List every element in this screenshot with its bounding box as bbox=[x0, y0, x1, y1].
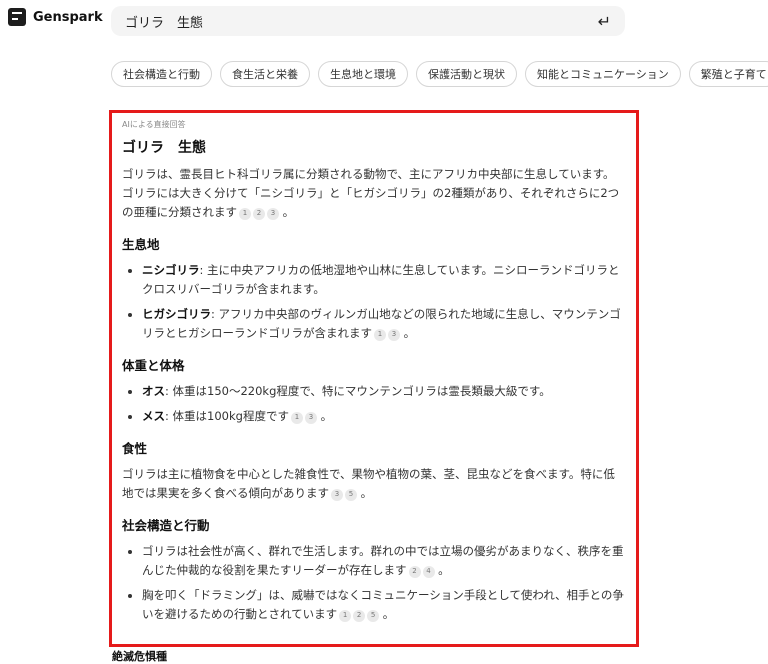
citation[interactable]: 2 bbox=[408, 565, 421, 578]
social-list: ゴリラは社会性が高く、群れで生活します。群れの中では立場の優劣があまりなく、秩序… bbox=[122, 542, 624, 624]
enter-icon[interactable]: ↵ bbox=[598, 12, 611, 31]
section-heading-habitat: 生息地 bbox=[122, 237, 160, 252]
chip-intelligence[interactable]: 知能とコミュニケーション bbox=[525, 61, 681, 87]
list-item: オス: 体重は150〜220kg程度で、特にマウンテンゴリラは霊長類最大級です。 bbox=[142, 382, 624, 401]
list-item: ニシゴリラ: 主に中央アフリカの低地湿地や山林に生息しています。ニシローランドゴ… bbox=[142, 261, 624, 299]
section-heading-diet: 食性 bbox=[122, 441, 148, 456]
citation[interactable]: 2 bbox=[353, 609, 366, 622]
habitat-list: ニシゴリラ: 主に中央アフリカの低地湿地や山林に生息しています。ニシローランドゴ… bbox=[122, 261, 624, 343]
search-bar[interactable]: ゴリラ 生態 ↵ bbox=[111, 6, 625, 36]
chip-conservation[interactable]: 保護活動と現状 bbox=[416, 61, 517, 87]
ai-answer-label: AIによる直接回答 bbox=[122, 120, 186, 129]
citation[interactable]: 2 bbox=[253, 207, 265, 220]
citation[interactable]: 3 bbox=[388, 328, 400, 341]
app-name: Genspark bbox=[33, 9, 103, 25]
diet-text: ゴリラは主に植物食を中心とした雑食性で、果物や植物の葉、茎、昆虫などを食べます。… bbox=[122, 467, 615, 501]
citation[interactable]: 5 bbox=[345, 488, 357, 501]
next-section-heading: 絶滅危惧種 bbox=[112, 650, 167, 663]
list-item: メス: 体重は100kg程度です13 。 bbox=[142, 407, 624, 426]
body-list: オス: 体重は150〜220kg程度で、特にマウンテンゴリラは霊長類最大級です。… bbox=[122, 382, 624, 426]
chip-breeding[interactable]: 繁殖と子育て bbox=[688, 61, 768, 87]
citation[interactable]: 1 bbox=[239, 207, 251, 220]
chip-diet[interactable]: 食生活と栄養 bbox=[220, 61, 310, 87]
section-heading-social: 社会構造と行動 bbox=[122, 518, 210, 533]
section-heading-body: 体重と体格 bbox=[122, 358, 185, 373]
answer-title: ゴリラ 生態 bbox=[122, 140, 206, 156]
citation[interactable]: 1 bbox=[290, 411, 303, 424]
citation[interactable]: 1 bbox=[339, 609, 352, 622]
genspark-logo-icon bbox=[8, 8, 26, 26]
citation[interactable]: 3 bbox=[304, 411, 317, 424]
answer-intro: ゴリラは、霊長目ヒト科ゴリラ属に分類される動物で、主にアフリカ中央部に生息してい… bbox=[122, 167, 620, 220]
citation[interactable]: 4 bbox=[422, 565, 435, 578]
list-item: 胸を叩く「ドラミング」は、威嚇ではなくコミュニケーション手段として使われ、相手と… bbox=[142, 586, 624, 624]
citation[interactable]: 1 bbox=[374, 328, 386, 341]
chip-habitat[interactable]: 生息地と環境 bbox=[318, 61, 408, 87]
citation[interactable]: 3 bbox=[267, 207, 279, 220]
list-item: ゴリラは社会性が高く、群れで生活します。群れの中では立場の優劣があまりなく、秩序… bbox=[142, 542, 624, 580]
search-input[interactable]: ゴリラ 生態 bbox=[125, 12, 203, 31]
list-item: ヒガシゴリラ: アフリカ中央部のヴィルンガ山地などの限られた地域に生息し、マウン… bbox=[142, 305, 624, 343]
citation[interactable]: 3 bbox=[331, 488, 343, 501]
citation[interactable]: 5 bbox=[367, 609, 380, 622]
genspark-logo[interactable]: Genspark bbox=[8, 8, 103, 26]
chip-social-structure[interactable]: 社会構造と行動 bbox=[111, 61, 212, 87]
ai-answer-panel: AIによる直接回答 ゴリラ 生態 ゴリラは、霊長目ヒト科ゴリラ属に分類される動物… bbox=[109, 110, 639, 647]
related-topics: 社会構造と行動 食生活と栄養 生息地と環境 保護活動と現状 知能とコミュニケーシ… bbox=[111, 61, 768, 87]
